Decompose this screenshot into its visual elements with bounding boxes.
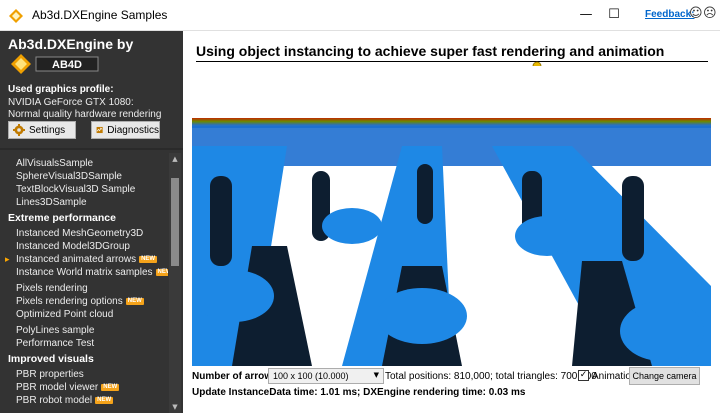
list-item[interactable]: PolyLines sample xyxy=(0,324,168,337)
list-item[interactable]: Pixels rendering options NEW xyxy=(0,295,168,308)
new-badge: NEW xyxy=(101,384,120,391)
brand-title: Ab3d.DXEngine by xyxy=(8,36,134,52)
animation-checkbox[interactable]: ✓ xyxy=(578,370,589,381)
new-badge: NEW xyxy=(125,298,144,305)
scroll-thumb[interactable] xyxy=(171,178,179,266)
diagnostics-button[interactable]: Diagnostics xyxy=(91,121,160,139)
gear-icon xyxy=(13,124,25,136)
minimize-button[interactable]: — xyxy=(575,0,597,30)
title-bar: Ab3d.DXEngine Samples Feedback: ☺ ☹ — ☐ … xyxy=(0,0,720,31)
list-item[interactable]: PBR model viewer NEW xyxy=(0,381,168,394)
main-content: Using object instancing to achieve super… xyxy=(183,31,720,413)
profile-gpu: NVIDIA GeForce GTX 1080: xyxy=(8,97,134,108)
maximize-button[interactable]: ☐ xyxy=(603,0,625,30)
ab4d-logo: AB4D xyxy=(11,54,99,74)
scroll-up-icon[interactable]: ▲ xyxy=(169,153,181,165)
sad-face-icon[interactable]: ☹ xyxy=(703,6,717,21)
stats-text: Total positions: 810,000; total triangle… xyxy=(385,371,597,382)
list-item[interactable]: AllVisualsSample xyxy=(0,157,168,170)
arrows-count-select[interactable]: 100 x 100 (10.000) ▼ xyxy=(268,368,384,384)
feedback-link[interactable]: Feedback: xyxy=(645,9,694,20)
sidebar: Ab3d.DXEngine by AB4D Used graphics prof… xyxy=(0,31,183,413)
samples-list: AllVisualsSample SphereVisual3DSample Te… xyxy=(0,153,168,411)
list-item[interactable]: Instance World matrix samplesNEW xyxy=(0,266,168,279)
window-title: Ab3d.DXEngine Samples xyxy=(32,8,168,22)
controls-bar: Number of arrows: 100 x 100 (10.000) ▼ T… xyxy=(192,367,711,386)
list-item[interactable]: PBR properties xyxy=(0,368,168,381)
3d-viewport[interactable] xyxy=(192,66,711,366)
list-item[interactable]: Instanced MeshGeometry3D xyxy=(0,227,168,240)
sidebar-scrollbar[interactable]: ▲ ▼ xyxy=(169,153,181,413)
selected-arrow-icon: ▸ xyxy=(5,254,10,264)
new-badge: NEW xyxy=(155,269,168,276)
logo-text: AB4D xyxy=(52,59,82,71)
change-camera-button[interactable]: Change camera xyxy=(629,367,700,385)
list-item[interactable]: Instanced Model3DGroup xyxy=(0,240,168,253)
sidebar-separator xyxy=(0,148,183,150)
list-item[interactable]: SphereVisual3DSample xyxy=(0,170,168,183)
timing-status: Update InstanceData time: 1.01 ms; DXEng… xyxy=(192,387,526,398)
diagnostics-label: Diagnostics xyxy=(107,124,159,136)
list-item[interactable]: Lines3DSample xyxy=(0,196,168,209)
list-item[interactable]: Performance Test xyxy=(0,337,168,350)
scroll-down-icon[interactable]: ▼ xyxy=(169,401,181,413)
new-badge: NEW xyxy=(95,397,114,404)
list-item[interactable]: Optimized Point cloud xyxy=(0,308,168,321)
list-item[interactable]: TextBlockVisual3D Sample xyxy=(0,183,168,196)
list-item-selected[interactable]: ▸ Instanced animated arrows NEW xyxy=(0,253,168,266)
page-title: Using object instancing to achieve super… xyxy=(196,43,665,59)
chevron-down-icon: ▼ xyxy=(373,371,379,379)
list-item[interactable]: PBR robot model NEW xyxy=(0,394,168,407)
happy-face-icon[interactable]: ☺ xyxy=(689,6,703,21)
list-group-header: Improved visuals xyxy=(8,353,94,365)
diagnostics-icon xyxy=(96,126,103,134)
settings-label: Settings xyxy=(29,124,66,136)
list-group-header: Extreme performance xyxy=(8,212,116,224)
list-item[interactable]: Pixels rendering xyxy=(0,282,168,295)
title-divider xyxy=(196,61,708,62)
new-badge: NEW xyxy=(139,256,158,263)
settings-button[interactable]: Settings xyxy=(8,121,76,139)
app-icon xyxy=(9,9,23,23)
profile-label: Used graphics profile: xyxy=(8,84,114,95)
profile-quality: Normal quality hardware rendering xyxy=(8,109,162,120)
